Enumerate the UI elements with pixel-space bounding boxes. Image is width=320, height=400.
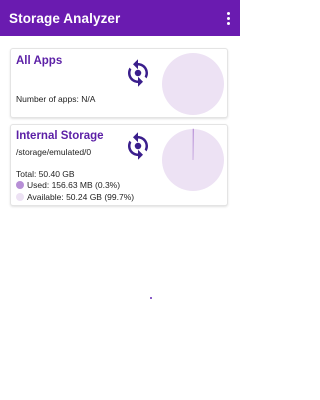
internal-storage-title: Internal Storage [16, 130, 104, 142]
used-storage-text: Used: 156.63 MB (0.3%) [27, 180, 121, 190]
total-storage-text: Total: 50.40 GB [16, 169, 75, 179]
app-bar: Storage Analyzer [0, 0, 240, 36]
sync-icon[interactable] [123, 58, 153, 88]
apps-count-text: Number of apps: N/A [16, 94, 96, 104]
apps-pie-chart [162, 53, 224, 115]
sync-icon[interactable] [123, 131, 153, 161]
available-storage-text: Available: 50.24 GB (99.7%) [27, 192, 135, 202]
app-title: Storage Analyzer [9, 10, 121, 26]
available-legend-dot [16, 193, 24, 201]
apps-pie-slice [162, 53, 224, 115]
storage-pie-chart [162, 128, 224, 191]
internal-storage-card[interactable]: Internal Storage /storage/emulated/0 Tot… [10, 124, 228, 206]
all-apps-card[interactable]: All Apps Number of apps: N/A [10, 48, 228, 118]
used-storage-row: Used: 156.63 MB (0.3%) [16, 180, 120, 190]
used-legend-dot [16, 181, 24, 189]
available-storage-row: Available: 50.24 GB (99.7%) [16, 192, 134, 202]
overflow-menu-icon[interactable] [222, 8, 234, 28]
decorative-dot [150, 297, 152, 299]
storage-path: /storage/emulated/0 [16, 147, 92, 157]
all-apps-title: All Apps [16, 55, 63, 67]
